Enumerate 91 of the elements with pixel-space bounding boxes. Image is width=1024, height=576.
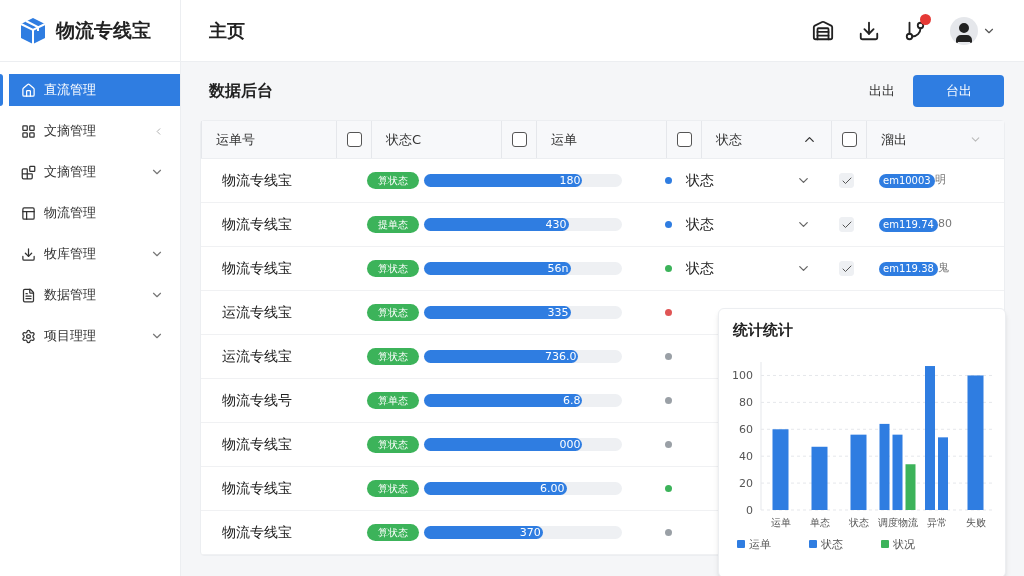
status-badge: 算状态 (367, 436, 419, 453)
x-category-label: 单态 (809, 516, 830, 528)
box-logo-icon (18, 15, 48, 46)
column-header[interactable]: 运单 (537, 129, 666, 150)
status-badge: 算状态 (367, 524, 419, 541)
status-badge: 算单态 (367, 392, 419, 409)
legend-label: 运单 (749, 537, 771, 551)
status-badge: 算状态 (367, 348, 419, 365)
shipment-name: 物流专线宝 (221, 479, 293, 498)
column-header[interactable]: 溜出 (867, 129, 969, 150)
apps-icon (21, 164, 36, 180)
legend-swatch (809, 539, 817, 548)
sidebar-item[interactable]: 项目理理 (9, 320, 180, 352)
legend-label: 状态 (821, 537, 843, 551)
progress-value: 430 (545, 219, 567, 230)
column-header[interactable]: 运单号 (202, 129, 336, 150)
sidebar-item[interactable]: 文摘管理 (9, 156, 180, 188)
shipment-name: 物流专线宝 (221, 523, 293, 542)
status-text: 状态 (686, 171, 715, 190)
progress-value: 180 (559, 175, 581, 186)
sidebar-item[interactable]: 文摘管理 (9, 115, 180, 147)
shipment-name: 运流专线宝 (221, 347, 293, 366)
legend-swatch (737, 539, 745, 548)
status-badge: 算状态 (367, 260, 419, 277)
shipment-name: 物流专线宝 (221, 215, 293, 234)
settings-icon (21, 328, 36, 344)
code-suffix: 80 (937, 216, 952, 233)
progress-value: 736.0 (544, 351, 577, 362)
page-heading: 主页 (209, 19, 246, 43)
x-category-label: 异常 (926, 516, 947, 528)
progress-value: 335 (547, 307, 569, 318)
shipment-name: 物流专线宝 (221, 171, 293, 190)
sidebar-item[interactable]: 物流管理 (9, 197, 180, 229)
status-badge: 算状态 (367, 304, 419, 321)
bar (811, 446, 828, 510)
progress-value: 6.8 (562, 395, 581, 406)
table-row[interactable]: 物流专线宝 提单态 430 状态 em119.74 80 (201, 203, 1004, 247)
sidebar-item[interactable]: 数据管理 (9, 279, 180, 311)
avatar[interactable] (950, 16, 978, 45)
flow-icon[interactable] (904, 19, 926, 42)
checkbox[interactable] (346, 132, 362, 147)
x-category-label: 失败 (965, 516, 986, 528)
status-text: 状态 (686, 215, 715, 234)
table-row[interactable]: 物流专线宝 算状态 180 状态 em10003 明 (201, 159, 1004, 203)
y-tick-label: 60 (739, 422, 753, 436)
y-tick-label: 80 (739, 395, 753, 409)
code-suffix: 鬼 (937, 260, 949, 277)
legend-swatch (881, 539, 889, 548)
code-pill: em10003 (879, 173, 935, 188)
y-tick-label: 100 (732, 368, 753, 382)
primary-button[interactable]: 台出 (913, 75, 1004, 107)
x-category-label: 运单 (770, 516, 791, 528)
brand-name: 物流专线宝 (56, 18, 151, 44)
code-suffix: 明 (934, 172, 946, 189)
progress-value: 56n (547, 263, 569, 274)
board-icon (21, 205, 36, 221)
x-category-label: 状态 (848, 516, 869, 528)
text-button[interactable]: 出出 (869, 81, 895, 101)
note-icon (21, 287, 36, 303)
home-icon (21, 82, 36, 98)
column-header[interactable]: 状态C (372, 129, 501, 150)
code-pill: em119.74 (879, 217, 938, 232)
status-badge: 提单态 (367, 216, 419, 233)
progress-value: 000 (559, 439, 581, 450)
warehouse-icon[interactable] (812, 19, 834, 42)
progress-value: 370 (519, 527, 541, 538)
legend-label: 状况 (893, 537, 915, 551)
checkbox[interactable] (676, 132, 692, 147)
shipment-name: 运流专线宝 (221, 303, 293, 322)
sidebar-item[interactable]: 牧库管理 (9, 238, 180, 270)
status-text: 状态 (686, 259, 715, 278)
grid-icon (21, 123, 36, 139)
section-title: 数据后台 (209, 80, 274, 102)
column-header[interactable]: 状态 (702, 129, 802, 150)
table-row[interactable]: 物流专线宝 算状态 56n 状态 em119.38 鬼 (201, 247, 1004, 291)
shipment-name: 物流专线号 (221, 391, 293, 410)
progress-value: 6.00 (540, 483, 565, 494)
status-badge: 算状态 (367, 480, 419, 497)
x-category-label: 调度物流 (877, 516, 918, 528)
download-icon[interactable] (858, 19, 880, 42)
shipment-name: 物流专线宝 (221, 259, 293, 278)
y-tick-label: 20 (739, 476, 753, 490)
checkbox[interactable] (841, 132, 857, 147)
download-icon (21, 246, 36, 262)
code-pill: em119.38 (879, 261, 938, 276)
status-badge: 算状态 (367, 172, 419, 189)
y-tick-label: 40 (739, 449, 753, 463)
checkbox[interactable] (511, 132, 527, 147)
bar (905, 463, 916, 510)
shipment-name: 物流专线宝 (221, 435, 293, 454)
sidebar-item[interactable]: 直流管理 (9, 74, 180, 106)
